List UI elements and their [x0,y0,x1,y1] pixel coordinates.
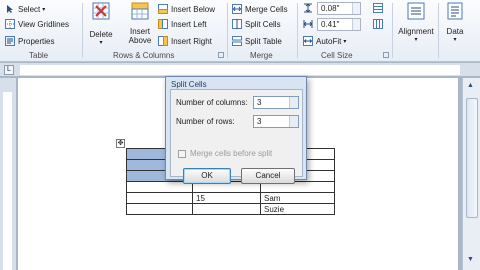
table-row: 15 Sam [126,192,335,204]
insert-below-icon [158,4,168,14]
split-table-icon [232,36,242,46]
distribute-columns-icon[interactable] [373,19,383,29]
distribute-rows-icon[interactable] [373,3,383,13]
horizontal-ruler[interactable]: L [0,63,480,77]
view-gridlines-button[interactable]: View Gridlines [5,16,69,32]
column-width-field[interactable]: 0.41" [317,18,361,31]
insert-left-label: Insert Left [171,19,207,29]
merge-before-split-checkbox[interactable] [178,150,186,158]
vertical-ruler[interactable] [0,78,16,270]
tab-selector-icon[interactable]: L [4,65,14,75]
row-height-spinner[interactable] [352,3,360,14]
rows-input[interactable]: 3 [253,115,299,128]
merge-group-label: Merge [250,51,273,60]
merge-cells-button[interactable]: Merge Cells [232,1,288,17]
select-icon [7,5,13,13]
row-height-icon [304,3,312,13]
row-height-value: 0.08" [321,4,340,13]
scrollbar-thumb[interactable] [466,98,478,218]
table-group-label: Table [29,51,49,60]
split-cells-icon [232,19,242,29]
insert-above-label: Insert Above [128,27,152,45]
table-cell[interactable] [192,203,261,215]
columns-input[interactable]: 3 [253,96,299,109]
dialog-title: Split Cells [171,80,207,89]
table-cell[interactable]: 15 [192,192,261,204]
ribbon: Select ▾ View Gridlines Properties Table … [0,0,480,62]
row-height-field[interactable]: 0.08" [317,2,361,15]
split-cells-label: Split Cells [245,19,281,29]
insert-right-button[interactable]: Insert Right [158,33,212,49]
data-label: Data [446,27,464,36]
ok-button[interactable]: OK [183,168,231,184]
data-button[interactable]: Data ▾ [442,2,468,43]
autofit-icon [303,36,313,46]
view-gridlines-label: View Gridlines [18,19,69,29]
dialog-body: Number of columns: 3 Number of rows: 3 M… [170,89,303,184]
split-cells-dialog[interactable]: Split Cells Number of columns: 3 Number … [165,76,307,184]
table-cell[interactable]: Sam [260,192,335,204]
table-cell[interactable] [126,192,193,204]
rows-columns-group-label: Rows & Columns [113,51,175,60]
delete-table-icon [92,2,110,20]
properties-button[interactable]: Properties [5,33,54,49]
column-width-icon [303,20,313,28]
columns-label: Number of columns: [176,98,248,107]
select-button[interactable]: Select ▾ [5,1,45,17]
alignment-icon [407,2,425,20]
delete-button[interactable]: Delete ▾ [88,2,114,46]
cancel-button[interactable]: Cancel [241,168,295,184]
vertical-scrollbar[interactable]: ▲ ▼ [462,78,480,270]
split-cells-button[interactable]: Split Cells [232,16,281,32]
table-move-handle-icon[interactable]: ✥ [116,139,125,148]
insert-left-icon [158,19,168,29]
merge-before-split-label: Merge cells before split [190,149,273,158]
cell-size-group-label: Cell Size [321,51,353,60]
properties-label: Properties [18,36,55,46]
merge-cells-label: Merge Cells [245,4,288,14]
rows-spinner[interactable] [289,116,298,127]
insert-left-button[interactable]: Insert Left [158,16,207,32]
insert-below-button[interactable]: Insert Below [158,1,215,17]
column-width-spinner[interactable] [352,19,360,30]
data-icon [447,2,463,20]
insert-right-label: Insert Right [171,36,212,46]
properties-icon [5,36,15,46]
column-width-value: 0.41" [321,20,340,29]
insert-above-icon [131,2,149,20]
scroll-down-icon[interactable]: ▼ [467,256,474,263]
split-table-label: Split Table [245,36,282,46]
scroll-up-icon[interactable]: ▲ [467,82,474,89]
alignment-button[interactable]: Alignment ▾ [396,2,436,43]
rows-value: 3 [257,117,262,126]
cell-size-launcher-icon[interactable] [383,52,389,58]
columns-value: 3 [257,98,262,107]
autofit-button[interactable]: AutoFit ▾ [303,33,346,49]
insert-below-label: Insert Below [171,4,216,14]
autofit-label: AutoFit [316,36,342,46]
rows-columns-launcher-icon[interactable] [218,52,224,58]
rows-label: Number of rows: [176,117,235,126]
alignment-label: Alignment [398,27,434,36]
insert-above-button[interactable]: Insert Above [123,2,157,45]
table-row: Suzie [126,203,335,215]
gridlines-icon [5,19,15,29]
insert-right-icon [158,36,168,46]
table-cell[interactable] [126,203,193,215]
select-label: Select [18,4,41,14]
columns-spinner[interactable] [289,97,298,108]
table-cell[interactable]: Suzie [260,203,335,215]
merge-cells-icon [232,4,242,14]
delete-label: Delete [89,30,113,39]
split-table-button[interactable]: Split Table [232,33,282,49]
